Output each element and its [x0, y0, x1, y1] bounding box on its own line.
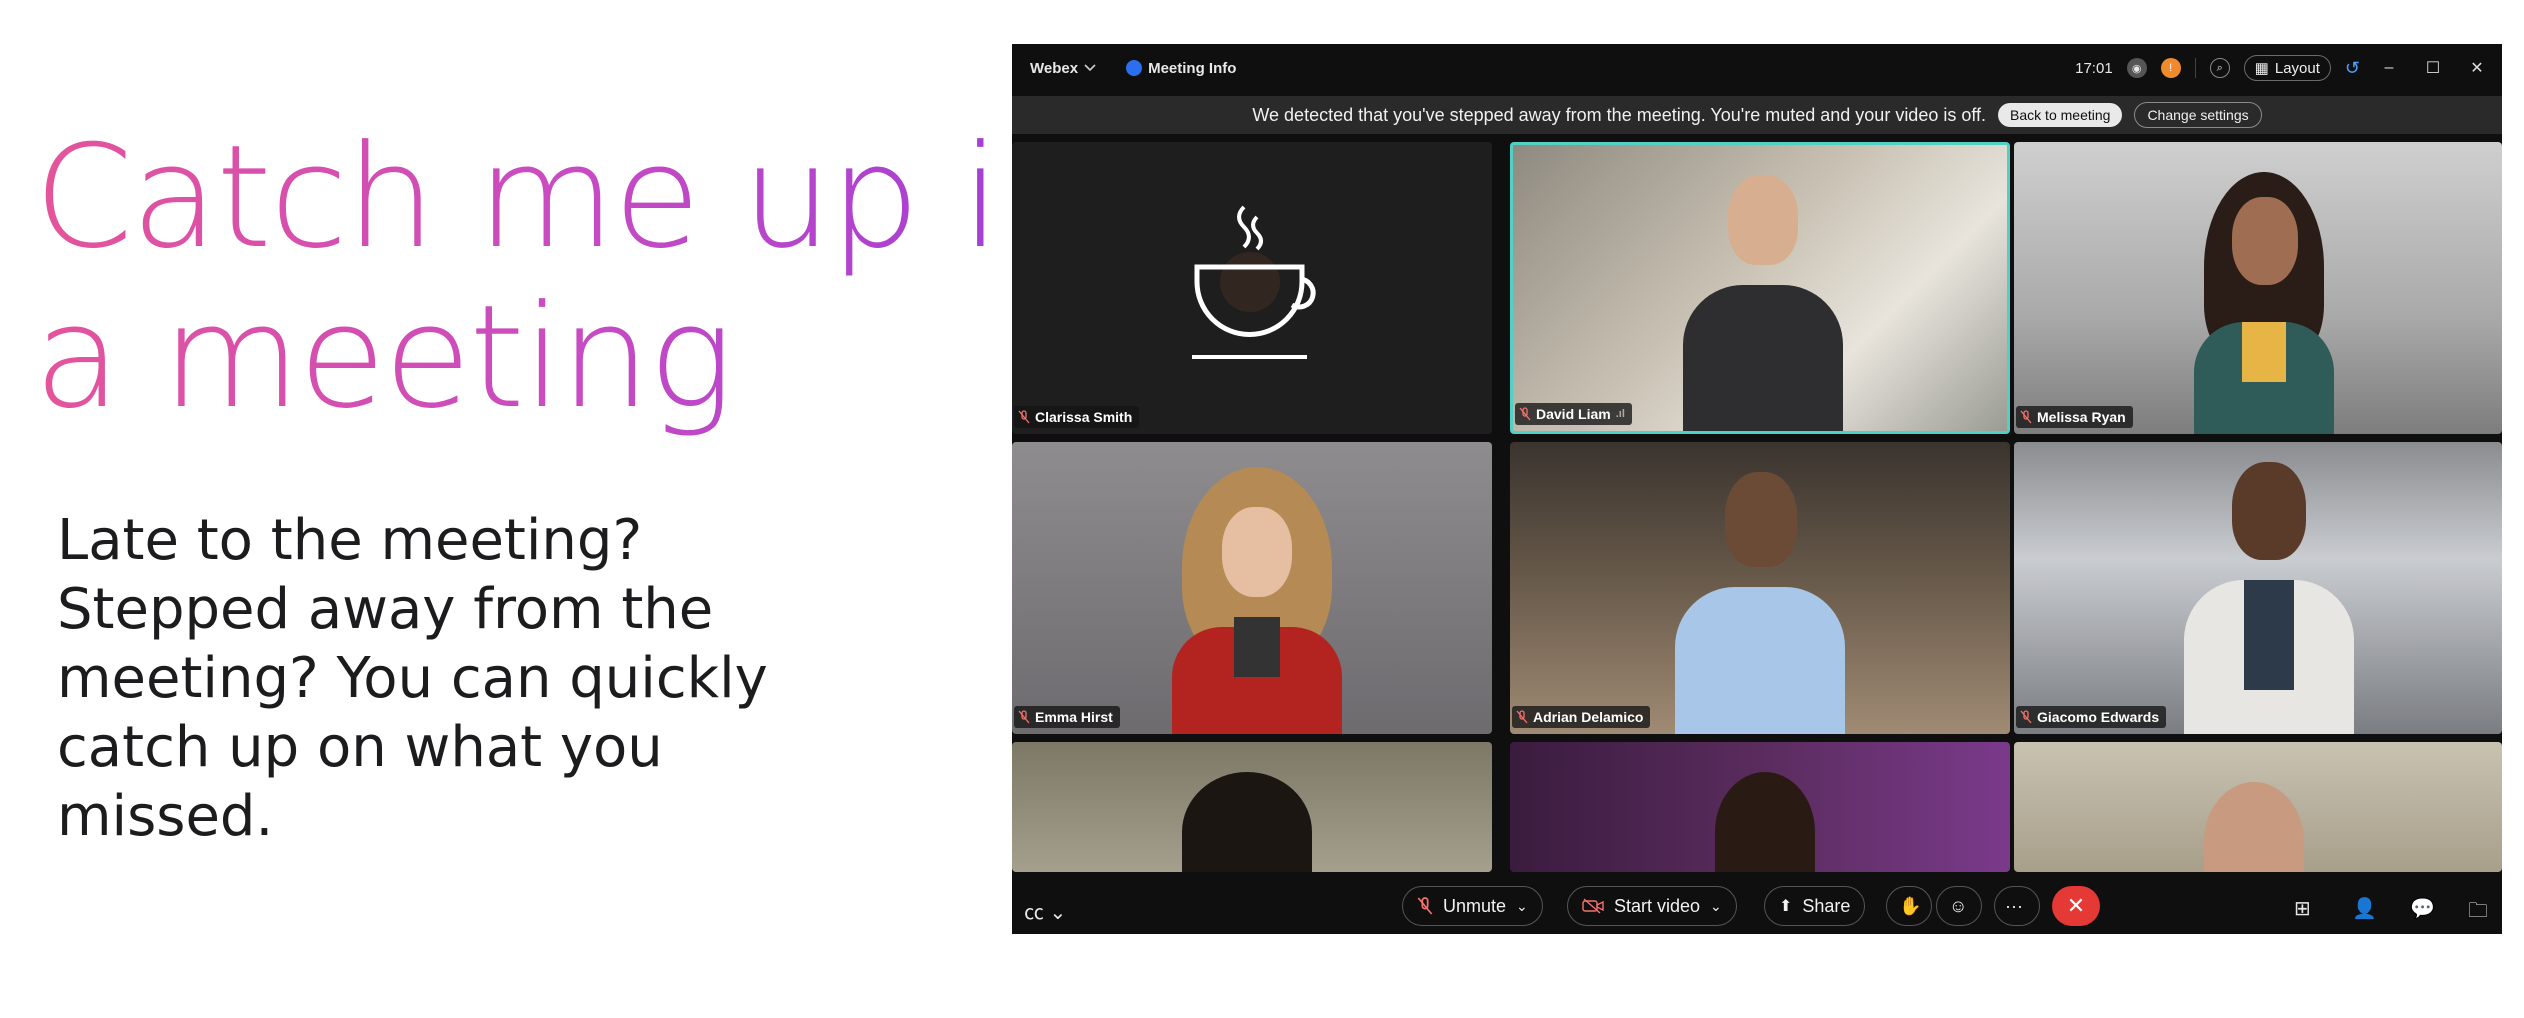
- mic-off-icon: [2020, 410, 2032, 424]
- apps-icon[interactable]: ⊞: [2294, 896, 2311, 921]
- chevron-down-icon[interactable]: ⌄: [1516, 898, 1528, 915]
- search-icon[interactable]: ⌕: [2209, 58, 2230, 78]
- participant-tile[interactable]: Melissa Ryan: [2014, 142, 2502, 434]
- chevron-down-icon[interactable]: ⌄: [1710, 898, 1722, 915]
- mic-off-icon: [2020, 710, 2032, 724]
- participant-tile[interactable]: Clarissa Smith: [1012, 142, 1492, 434]
- video-off-icon: [1582, 898, 1604, 914]
- participant-tile[interactable]: [1510, 742, 2010, 872]
- title-bar: Webex Meeting Info 17:01 ◉ ! ⌕ ▦ Layout …: [1012, 44, 2502, 92]
- webex-menu[interactable]: Webex: [1030, 60, 1096, 77]
- more-icon: ···: [2005, 895, 2023, 916]
- banner-message: We detected that you've stepped away fro…: [1252, 104, 1987, 125]
- mic-off-icon: [1519, 407, 1531, 421]
- participant-name-tag: Clarissa Smith: [1014, 406, 1140, 428]
- video-grid: Clarissa Smith David Liam .ıl Melissa Ry…: [1012, 142, 2502, 872]
- participant-video: [1675, 472, 1845, 734]
- participant-video: [2184, 172, 2344, 434]
- more-options-button[interactable]: ···: [1994, 886, 2040, 926]
- meeting-info-button[interactable]: Meeting Info: [1126, 60, 1236, 77]
- layout-label: Layout: [2274, 59, 2320, 77]
- mic-off-icon: [1018, 410, 1030, 424]
- participant-name: David Liam: [1536, 406, 1611, 422]
- participant-video: [1683, 175, 1843, 431]
- participant-name: Emma Hirst: [1035, 709, 1113, 725]
- webex-meeting-window: Webex Meeting Info 17:01 ◉ ! ⌕ ▦ Layout …: [1012, 44, 2502, 934]
- participant-name-tag: Melissa Ryan: [2016, 406, 2133, 428]
- participant-video: [2184, 462, 2354, 734]
- participant-tile[interactable]: [1012, 742, 1492, 872]
- close-icon[interactable]: ✕: [2462, 58, 2492, 78]
- minimize-icon[interactable]: –: [2374, 59, 2404, 77]
- participant-tile[interactable]: [2014, 742, 2502, 872]
- participant-video: [1182, 772, 1312, 872]
- smiley-icon: ☺: [1949, 895, 1968, 916]
- participant-tile-active-speaker[interactable]: David Liam .ıl: [1510, 142, 2010, 434]
- participant-name: Giacomo Edwards: [2037, 709, 2160, 725]
- signal-bars-icon: .ıl: [1615, 408, 1625, 420]
- end-call-button[interactable]: ✕: [2052, 886, 2100, 926]
- shield-info-icon: [1126, 60, 1143, 76]
- participant-name: Adrian Delamico: [1533, 709, 1644, 725]
- chat-icon[interactable]: 💬: [2410, 896, 2435, 921]
- participant-name-tag: Adrian Delamico: [1512, 706, 1651, 728]
- coffee-cup-icon: [1192, 205, 1316, 359]
- mic-off-icon: [1018, 710, 1030, 724]
- chevron-down-icon: [1084, 64, 1096, 72]
- mic-off-icon: [1516, 710, 1528, 724]
- unmute-label: Unmute: [1443, 895, 1507, 916]
- participant-name-tag: David Liam .ıl: [1515, 403, 1632, 425]
- layout-button[interactable]: ▦ Layout: [2243, 55, 2331, 81]
- notification-icon[interactable]: !: [2160, 58, 2181, 78]
- maximize-icon[interactable]: ☐: [2418, 58, 2448, 78]
- share-button[interactable]: ⬆ Share: [1764, 886, 1866, 926]
- start-video-button[interactable]: Start video ⌄: [1567, 886, 1737, 926]
- participants-icon[interactable]: 👤: [2352, 896, 2377, 921]
- participant-name-tag: Emma Hirst: [1014, 706, 1120, 728]
- participant-name: Clarissa Smith: [1035, 409, 1133, 425]
- participant-tile[interactable]: Adrian Delamico: [1510, 442, 2010, 734]
- share-label: Share: [1802, 895, 1851, 916]
- change-settings-button[interactable]: Change settings: [2134, 102, 2262, 128]
- close-icon: ✕: [2066, 893, 2086, 918]
- participant-video: [2204, 782, 2304, 872]
- participant-name-tag: Giacomo Edwards: [2016, 706, 2167, 728]
- participant-video: [1715, 772, 1815, 872]
- grid-layout-icon: ▦: [2254, 60, 2269, 77]
- reactions-button[interactable]: ☺: [1936, 886, 1982, 926]
- slide-headline: Catch me up in a meeting: [34, 118, 1014, 438]
- recording-icon[interactable]: ◉: [2126, 58, 2147, 78]
- meeting-info-label: Meeting Info: [1148, 59, 1237, 77]
- hand-icon: ✋: [1899, 895, 1922, 916]
- headline-line-2: a meeting: [34, 275, 732, 440]
- stepped-away-banner: We detected that you've stepped away fro…: [1012, 96, 2502, 134]
- headline-line-1: Catch me up in: [34, 115, 1087, 280]
- mic-off-icon: [1417, 897, 1433, 915]
- participant-tile[interactable]: Giacomo Edwards: [2014, 442, 2502, 734]
- participant-name: Melissa Ryan: [2037, 409, 2126, 425]
- participant-video: [1172, 467, 1342, 734]
- share-screen-icon: ⬆: [1779, 898, 1793, 915]
- raise-hand-button[interactable]: ✋: [1886, 886, 1932, 926]
- back-to-meeting-button[interactable]: Back to meeting: [1998, 103, 2123, 127]
- start-video-label: Start video: [1614, 895, 1701, 916]
- meeting-controls-bar: ㏄ ⌄ Unmute ⌄ Start video ⌄ ⬆ Share ✋ ☺ ·…: [1012, 874, 2502, 934]
- unmute-button[interactable]: Unmute ⌄: [1402, 886, 1543, 926]
- participant-tile[interactable]: Emma Hirst: [1012, 442, 1492, 734]
- slide-body-text: Late to the meeting? Stepped away from t…: [57, 508, 768, 849]
- separator-icon: [2194, 58, 2196, 78]
- assistant-icon[interactable]: ↺: [2345, 58, 2360, 79]
- folder-icon[interactable]: 🗀: [2468, 896, 2488, 930]
- webex-label: Webex: [1030, 59, 1079, 77]
- meeting-time: 17:01: [2075, 59, 2113, 77]
- closed-captions-icon[interactable]: ㏄ ⌄: [1024, 896, 1066, 925]
